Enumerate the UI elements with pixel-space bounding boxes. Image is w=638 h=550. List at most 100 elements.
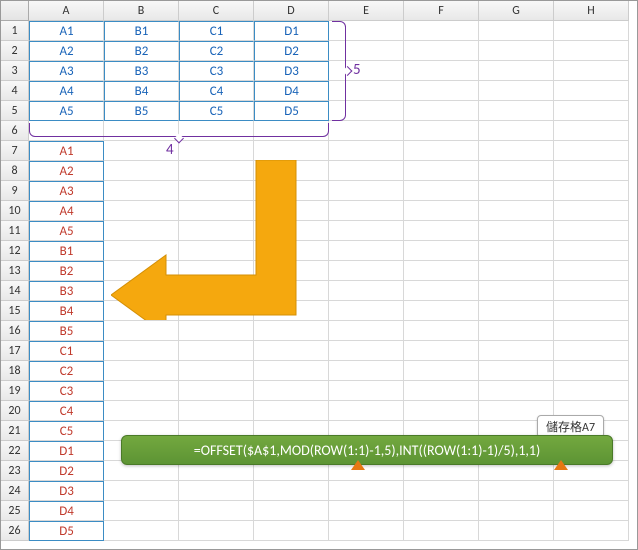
- cell[interactable]: [254, 501, 329, 521]
- cell[interactable]: C1: [29, 341, 104, 361]
- cell[interactable]: [404, 301, 479, 321]
- cell[interactable]: D4: [29, 501, 104, 521]
- cell[interactable]: A2: [29, 41, 104, 61]
- row-header[interactable]: 4: [1, 81, 29, 101]
- cell[interactable]: [479, 361, 554, 381]
- cell[interactable]: [404, 281, 479, 301]
- cell[interactable]: [104, 161, 179, 181]
- cell[interactable]: B3: [104, 61, 179, 81]
- row-header[interactable]: 11: [1, 221, 29, 241]
- col-header[interactable]: C: [179, 1, 254, 21]
- cell[interactable]: [479, 281, 554, 301]
- cell[interactable]: [329, 141, 404, 161]
- cell[interactable]: [404, 361, 479, 381]
- cell[interactable]: [404, 21, 479, 41]
- cell[interactable]: [554, 81, 629, 101]
- cell[interactable]: B3: [29, 281, 104, 301]
- cell[interactable]: A2: [29, 161, 104, 181]
- cell[interactable]: [254, 181, 329, 201]
- cell[interactable]: [479, 301, 554, 321]
- cell[interactable]: A3: [29, 181, 104, 201]
- cell[interactable]: [404, 381, 479, 401]
- row-header[interactable]: 13: [1, 261, 29, 281]
- cell[interactable]: [179, 361, 254, 381]
- cell[interactable]: [179, 501, 254, 521]
- cell[interactable]: [479, 201, 554, 221]
- cell[interactable]: [479, 221, 554, 241]
- col-header[interactable]: E: [329, 1, 404, 21]
- cell[interactable]: [404, 261, 479, 281]
- cell[interactable]: [254, 381, 329, 401]
- cell[interactable]: [554, 361, 629, 381]
- cell[interactable]: [329, 161, 404, 181]
- cell[interactable]: C2: [179, 41, 254, 61]
- cell[interactable]: [554, 121, 629, 141]
- col-header[interactable]: H: [554, 1, 629, 21]
- cell[interactable]: A1: [29, 141, 104, 161]
- row-header[interactable]: 5: [1, 101, 29, 121]
- cell[interactable]: [179, 181, 254, 201]
- col-header[interactable]: A: [29, 1, 104, 21]
- cell[interactable]: B4: [104, 81, 179, 101]
- cell[interactable]: [254, 161, 329, 181]
- cell[interactable]: [329, 301, 404, 321]
- cell[interactable]: [104, 301, 179, 321]
- cell[interactable]: [404, 501, 479, 521]
- cell[interactable]: [404, 81, 479, 101]
- cell[interactable]: [479, 101, 554, 121]
- row-header[interactable]: 23: [1, 461, 29, 481]
- cell[interactable]: [479, 21, 554, 41]
- cell[interactable]: D5: [254, 101, 329, 121]
- cell[interactable]: [179, 241, 254, 261]
- cell[interactable]: A3: [29, 61, 104, 81]
- cell[interactable]: C3: [29, 381, 104, 401]
- cell[interactable]: D2: [29, 461, 104, 481]
- row-header[interactable]: 15: [1, 301, 29, 321]
- cell[interactable]: [479, 121, 554, 141]
- cell[interactable]: [554, 61, 629, 81]
- cell[interactable]: [104, 241, 179, 261]
- cell[interactable]: [554, 101, 629, 121]
- col-header[interactable]: D: [254, 1, 329, 21]
- cell[interactable]: B1: [29, 241, 104, 261]
- cell[interactable]: [179, 381, 254, 401]
- cell[interactable]: [554, 341, 629, 361]
- cell[interactable]: D1: [29, 441, 104, 461]
- row-header[interactable]: 6: [1, 121, 29, 141]
- cell[interactable]: [479, 141, 554, 161]
- cell[interactable]: [404, 141, 479, 161]
- cell[interactable]: [104, 481, 179, 501]
- cell[interactable]: [104, 321, 179, 341]
- cell[interactable]: [254, 401, 329, 421]
- cell[interactable]: [104, 181, 179, 201]
- cell[interactable]: [329, 121, 404, 141]
- cell[interactable]: [329, 341, 404, 361]
- cell[interactable]: [179, 261, 254, 281]
- cell[interactable]: [404, 321, 479, 341]
- row-header[interactable]: 9: [1, 181, 29, 201]
- cell[interactable]: [554, 281, 629, 301]
- cell[interactable]: [479, 41, 554, 61]
- cell[interactable]: [179, 141, 254, 161]
- cell[interactable]: [554, 321, 629, 341]
- row-header[interactable]: 20: [1, 401, 29, 421]
- cell[interactable]: [404, 41, 479, 61]
- cell[interactable]: [554, 481, 629, 501]
- cell[interactable]: [254, 321, 329, 341]
- row-header[interactable]: 26: [1, 521, 29, 541]
- col-header[interactable]: B: [104, 1, 179, 21]
- cell[interactable]: [329, 361, 404, 381]
- row-header[interactable]: 12: [1, 241, 29, 261]
- cell[interactable]: [554, 501, 629, 521]
- cell[interactable]: D5: [29, 521, 104, 541]
- cell[interactable]: [554, 21, 629, 41]
- cell[interactable]: D4: [254, 81, 329, 101]
- cell[interactable]: D2: [254, 41, 329, 61]
- cell[interactable]: [404, 61, 479, 81]
- cell[interactable]: C1: [179, 21, 254, 41]
- row-header[interactable]: 22: [1, 441, 29, 461]
- cell[interactable]: [329, 181, 404, 201]
- cell[interactable]: B4: [29, 301, 104, 321]
- cell[interactable]: [329, 401, 404, 421]
- row-header[interactable]: 18: [1, 361, 29, 381]
